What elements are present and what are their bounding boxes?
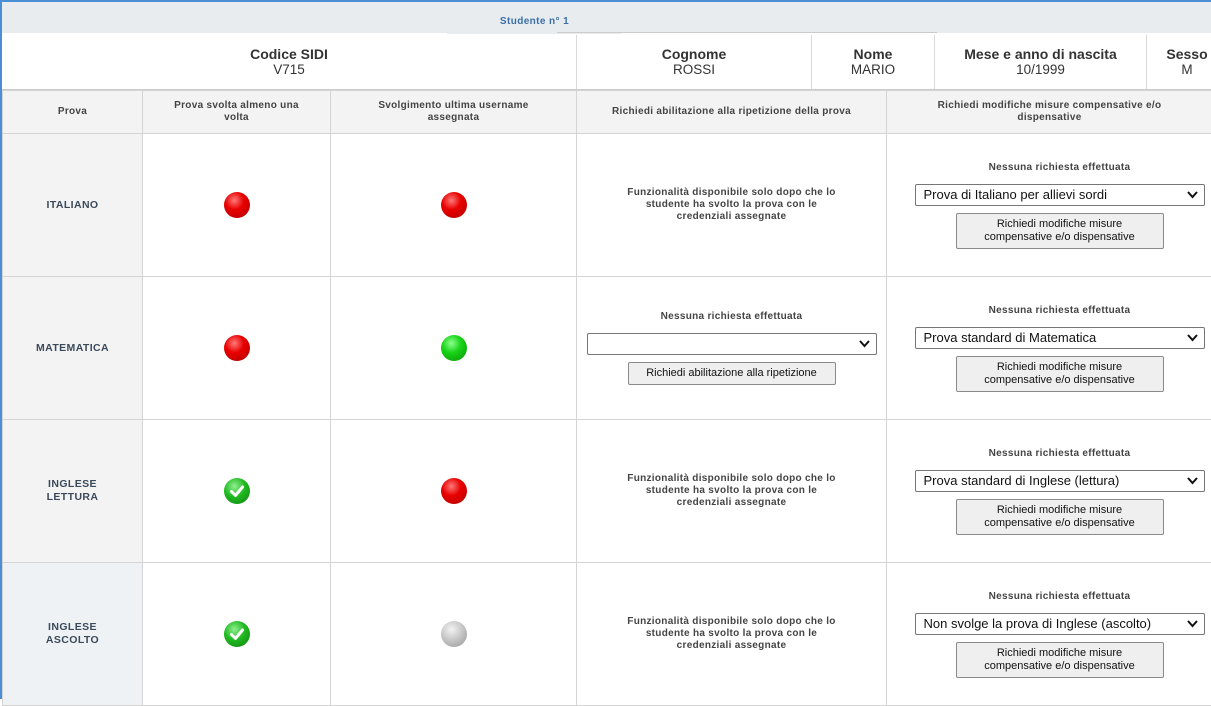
table-row: INGLESE ASCOLTO Funzionalità disponibile… <box>3 563 1211 706</box>
ultima-cell <box>331 134 577 277</box>
col-header-svolta: Prova svolta almeno una volta <box>143 91 331 134</box>
prove-table: Prova Prova svolta almeno una volta Svol… <box>2 90 1211 706</box>
codice-sidi-cell: Codice SIDI V715 <box>2 35 577 89</box>
richiedi-modifiche-button[interactable]: Richiedi modifiche misure compensative e… <box>956 642 1164 678</box>
cognome-value: ROSSI <box>577 62 811 77</box>
abilitazione-unavailable-message: Funzionalità disponibile solo dopo che l… <box>577 616 886 652</box>
chevron-down-icon <box>1187 186 1198 206</box>
col-header-svolta-text: Prova svolta almeno una volta <box>143 100 330 124</box>
grey-status-dot-icon <box>441 621 467 647</box>
prova-name-line2: ASCOLTO <box>3 634 142 647</box>
nome-cell: Nome MARIO <box>812 35 935 89</box>
ultima-cell <box>331 563 577 706</box>
svolta-cell <box>143 420 331 563</box>
chevron-down-icon <box>1187 615 1198 635</box>
nascita-value: 10/1999 <box>935 62 1146 77</box>
prova-name-line1: ITALIANO <box>3 199 142 212</box>
checkmark-icon <box>224 621 250 647</box>
col-header-modifiche: Richiedi modifiche misure compensative e… <box>887 91 1211 134</box>
divider <box>557 32 937 33</box>
prova-name-line1: MATEMATICA <box>3 342 142 355</box>
prova-name-line2: LETTURA <box>3 491 142 504</box>
modifiche-select-value: Prova standard di Matematica <box>924 330 1097 345</box>
modifiche-cell: Nessuna richiesta effettuata Non svolge … <box>887 563 1211 706</box>
modifiche-cell: Nessuna richiesta effettuata Prova stand… <box>887 277 1211 420</box>
nascita-cell: Mese e anno di nascita 10/1999 <box>935 35 1147 89</box>
sesso-value: M <box>1147 62 1211 77</box>
abilitazione-unavailable-message: Funzionalità disponibile solo dopo che l… <box>577 473 886 509</box>
prova-name: INGLESE ASCOLTO <box>3 563 143 706</box>
chevron-down-icon <box>859 335 870 355</box>
red-status-dot-icon <box>441 192 467 218</box>
svolta-cell <box>143 134 331 277</box>
chevron-down-icon <box>1187 329 1198 349</box>
red-status-dot-icon <box>224 192 250 218</box>
col-header-ultima-text: Svolgimento ultima username assegnata <box>331 100 576 124</box>
abilitazione-select[interactable] <box>587 333 877 355</box>
table-header-row: Prova Prova svolta almeno una volta Svol… <box>3 91 1211 134</box>
prova-name: MATEMATICA <box>3 277 143 420</box>
table-row: MATEMATICA Nessuna richiesta effettuata … <box>3 277 1211 420</box>
abilitazione-cell: Funzionalità disponibile solo dopo che l… <box>577 563 887 706</box>
chevron-down-icon <box>1187 472 1198 492</box>
modifiche-select[interactable]: Prova di Italiano per allievi sordi <box>915 184 1205 206</box>
codice-sidi-value: V715 <box>2 62 576 77</box>
col-header-ultima: Svolgimento ultima username assegnata <box>331 91 577 134</box>
red-status-dot-icon <box>224 335 250 361</box>
modifiche-status: Nessuna richiesta effettuata <box>887 162 1211 173</box>
nome-label: Nome <box>812 47 934 62</box>
svolta-cell <box>143 277 331 420</box>
red-status-dot-icon <box>441 478 467 504</box>
modifiche-select-value: Prova di Italiano per allievi sordi <box>924 187 1108 202</box>
richiedi-modifiche-button[interactable]: Richiedi modifiche misure compensative e… <box>956 499 1164 535</box>
checkmark-icon <box>224 478 250 504</box>
richiedi-modifiche-button[interactable]: Richiedi modifiche misure compensative e… <box>956 356 1164 392</box>
cognome-label: Cognome <box>577 47 811 62</box>
modifiche-select[interactable]: Non svolge la prova di Inglese (ascolto) <box>915 613 1205 635</box>
table-row: INGLESE LETTURA Funzionalità disponibile… <box>3 420 1211 563</box>
modifiche-status: Nessuna richiesta effettuata <box>887 448 1211 459</box>
abilitazione-cell: Funzionalità disponibile solo dopo che l… <box>577 420 887 563</box>
abilitazione-cell: Funzionalità disponibile solo dopo che l… <box>577 134 887 277</box>
col-header-modifiche-text: Richiedi modifiche misure compensative e… <box>887 100 1211 124</box>
modifiche-cell: Nessuna richiesta effettuata Prova di It… <box>887 134 1211 277</box>
codice-sidi-label: Codice SIDI <box>2 47 576 62</box>
richiedi-abilitazione-button[interactable]: Richiedi abilitazione alla ripetizione <box>628 362 836 385</box>
table-row: ITALIANO Funzionalità disponibile solo d… <box>3 134 1211 277</box>
abilitazione-cell: Nessuna richiesta effettuata Richiedi ab… <box>577 277 887 420</box>
green-status-dot-icon <box>441 335 467 361</box>
svolta-cell <box>143 563 331 706</box>
col-header-prova: Prova <box>3 91 143 134</box>
modifiche-select[interactable]: Prova standard di Inglese (lettura) <box>915 470 1205 492</box>
ultima-cell <box>331 277 577 420</box>
modifiche-select[interactable]: Prova standard di Matematica <box>915 327 1205 349</box>
sesso-cell: Sesso M <box>1147 35 1211 89</box>
prova-name: INGLESE LETTURA <box>3 420 143 563</box>
prova-name-line1: INGLESE <box>3 621 142 634</box>
cognome-cell: Cognome ROSSI <box>577 35 812 89</box>
prova-name: ITALIANO <box>3 134 143 277</box>
modifiche-select-value: Prova standard di Inglese (lettura) <box>924 473 1120 488</box>
sesso-label: Sesso <box>1147 47 1211 62</box>
modifiche-select-value: Non svolge la prova di Inglese (ascolto) <box>924 616 1152 631</box>
modifiche-status: Nessuna richiesta effettuata <box>887 305 1211 316</box>
modifiche-status: Nessuna richiesta effettuata <box>887 591 1211 602</box>
nome-value: MARIO <box>812 62 934 77</box>
student-info-row: Codice SIDI V715 Cognome ROSSI Nome MARI… <box>2 35 1211 89</box>
abilitazione-unavailable-message: Funzionalità disponibile solo dopo che l… <box>577 187 886 223</box>
col-header-abilitazione: Richiedi abilitazione alla ripetizione d… <box>577 91 887 134</box>
modifiche-cell: Nessuna richiesta effettuata Prova stand… <box>887 420 1211 563</box>
abilitazione-status: Nessuna richiesta effettuata <box>577 311 886 322</box>
ultima-cell <box>331 420 577 563</box>
prova-name-line1: INGLESE <box>3 478 142 491</box>
nascita-label: Mese e anno di nascita <box>935 47 1146 62</box>
richiedi-modifiche-button[interactable]: Richiedi modifiche misure compensative e… <box>956 213 1164 249</box>
student-tab[interactable]: Studente n° 1 <box>447 13 622 34</box>
